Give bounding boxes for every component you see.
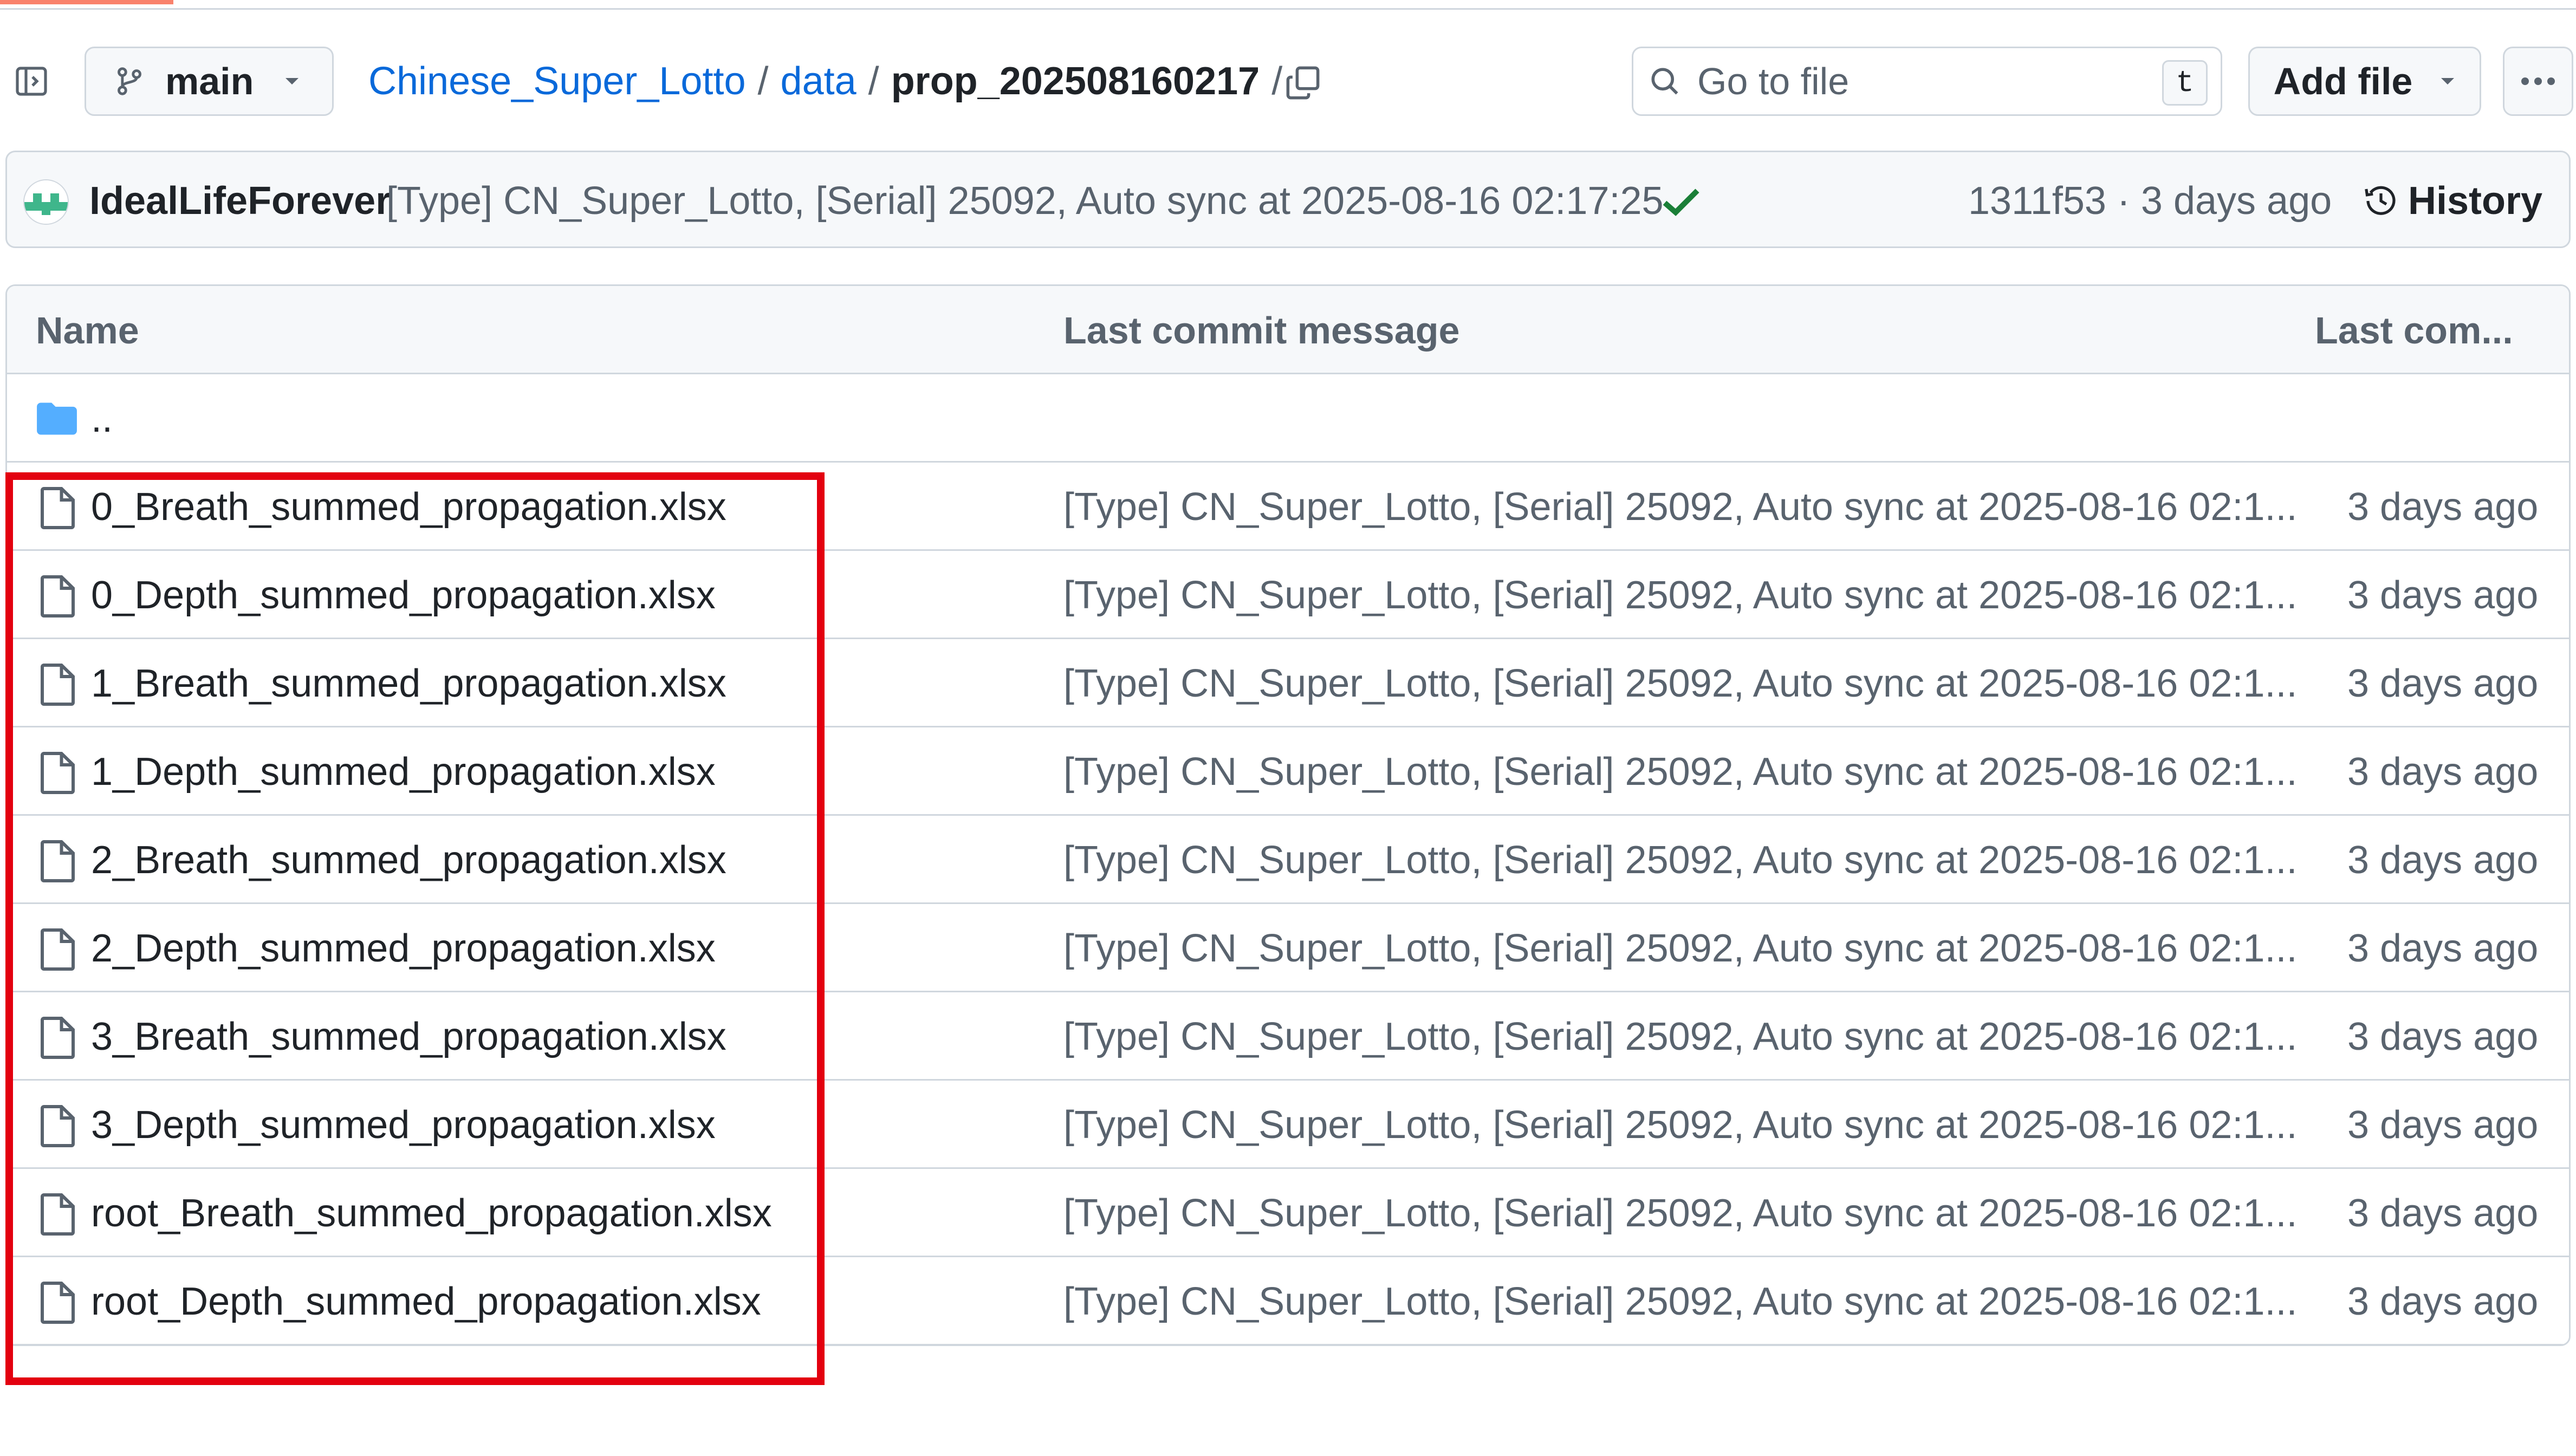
column-header-commit-message: Last commit message (1063, 309, 1460, 352)
table-row[interactable]: 1_Depth_summed_propagation.xlsx [Type] CN… (7, 727, 2569, 816)
file-icon (41, 1193, 75, 1236)
branch-selector-button[interactable]: main (85, 47, 334, 116)
file-icon (41, 487, 75, 529)
table-row[interactable]: 0_Depth_summed_propagation.xlsx [Type] CN… (7, 551, 2569, 639)
file-commit-message-link[interactable]: [Type] CN_Super_Lotto, [Serial] 25092, A… (1063, 639, 2297, 727)
file-commit-date: 3 days ago (2347, 1015, 2539, 1058)
file-commit-date: 3 days ago (2347, 661, 2539, 705)
table-row[interactable]: 0_Breath_summed_propagation.xlsx [Type] C… (7, 463, 2569, 551)
breadcrumb-current-folder: prop_202508160217 (891, 60, 1260, 103)
table-row[interactable]: root_Breath_summed_propagation.xlsx [Type… (7, 1169, 2569, 1257)
check-icon[interactable] (1659, 183, 1703, 220)
table-row[interactable]: 3_Breath_summed_propagation.xlsx [Type] C… (7, 992, 2569, 1081)
file-name-link[interactable]: root_Breath_summed_propagation.xlsx (91, 1169, 772, 1257)
history-clock-icon (2365, 186, 2396, 215)
file-name-link[interactable]: 0_Breath_summed_propagation.xlsx (91, 463, 726, 551)
file-icon (41, 1017, 75, 1059)
file-commit-date: 3 days ago (2347, 926, 2539, 970)
sidebar-collapse-icon (16, 67, 47, 96)
file-commit-message-link[interactable]: [Type] CN_Super_Lotto, [Serial] 25092, A… (1063, 992, 2297, 1081)
commit-hash-and-time[interactable]: 1311f53 · 3 days ago (1968, 152, 2332, 250)
more-options-button[interactable] (2503, 47, 2573, 116)
keyboard-shortcut-hint: t (2162, 60, 2208, 106)
breadcrumb-folder-link[interactable]: data (781, 59, 856, 103)
parent-directory-link[interactable]: .. (91, 374, 113, 463)
file-name-link[interactable]: 2_Breath_summed_propagation.xlsx (91, 816, 726, 904)
file-commit-date: 3 days ago (2347, 838, 2539, 882)
table-row[interactable]: 1_Breath_summed_propagation.xlsx [Type] C… (7, 639, 2569, 727)
search-icon (1651, 68, 1678, 95)
go-to-file-search[interactable]: t (1632, 47, 2222, 116)
file-commit-message-link[interactable]: [Type] CN_Super_Lotto, [Serial] 25092, A… (1063, 816, 2297, 904)
branch-name: main (165, 60, 254, 102)
file-icon (41, 664, 75, 706)
file-commit-date: 3 days ago (2347, 1279, 2539, 1323)
breadcrumb-separator: / (868, 60, 879, 103)
file-commit-date: 3 days ago (2347, 573, 2539, 617)
parent-directory-row[interactable]: .. (7, 374, 2569, 463)
table-row[interactable]: 2_Depth_summed_propagation.xlsx [Type] CN… (7, 904, 2569, 992)
copy-icon (1286, 66, 1320, 100)
identicon-avatar-icon (24, 180, 68, 224)
file-name-link[interactable]: 1_Breath_summed_propagation.xlsx (91, 639, 726, 727)
repo-file-browser: main Chinese_Super_Lotto / data / prop_2… (0, 0, 2576, 1456)
file-icon (41, 840, 75, 882)
table-row[interactable]: 3_Depth_summed_propagation.xlsx [Type] CN… (7, 1081, 2569, 1169)
file-icon (41, 1282, 75, 1324)
commit-message-link[interactable]: [Type] CN_Super_Lotto, [Serial] 25092, A… (386, 152, 1664, 250)
commit-author-link[interactable]: IdealLifeForever (89, 152, 391, 250)
kebab-horizontal-icon (2521, 77, 2555, 85)
file-icon (41, 1105, 75, 1147)
copy-path-button[interactable] (1279, 58, 1327, 107)
table-row[interactable]: root_Depth_summed_propagation.xlsx [Type]… (7, 1257, 2569, 1344)
latest-commit-bar: IdealLifeForever [Type] CN_Super_Lotto, … (5, 151, 2571, 248)
file-table: Name Last commit message Last com... .. … (5, 284, 2571, 1346)
file-name-link[interactable]: 3_Breath_summed_propagation.xlsx (91, 992, 726, 1081)
file-icon (41, 928, 75, 971)
history-button[interactable]: History (2364, 152, 2542, 250)
file-commit-date: 3 days ago (2347, 485, 2539, 529)
file-name-link[interactable]: root_Depth_summed_propagation.xlsx (91, 1257, 761, 1344)
table-header: Name Last commit message Last com... (7, 286, 2569, 374)
history-label: History (2408, 179, 2543, 223)
git-branch-icon (118, 67, 141, 95)
chevron-down-icon (285, 78, 299, 84)
file-name-link[interactable]: 3_Depth_summed_propagation.xlsx (91, 1081, 716, 1169)
add-file-button[interactable]: Add file (2248, 47, 2481, 116)
file-icon (41, 752, 75, 794)
file-icon (41, 575, 75, 618)
file-commit-date: 3 days ago (2347, 1103, 2539, 1147)
file-navigation-header: main Chinese_Super_Lotto / data / prop_2… (0, 43, 2576, 119)
column-header-commit-date: Last com... (2315, 309, 2513, 352)
folder-icon (37, 402, 77, 435)
file-commit-date: 3 days ago (2347, 1191, 2539, 1235)
go-to-file-input[interactable] (1697, 60, 2131, 103)
file-commit-date: 3 days ago (2347, 750, 2539, 794)
page-top-border (0, 0, 2576, 10)
file-name-link[interactable]: 0_Depth_summed_propagation.xlsx (91, 551, 716, 639)
file-commit-message-link[interactable]: [Type] CN_Super_Lotto, [Serial] 25092, A… (1063, 727, 2297, 816)
file-commit-message-link[interactable]: [Type] CN_Super_Lotto, [Serial] 25092, A… (1063, 1257, 2297, 1344)
breadcrumb-repo-link[interactable]: Chinese_Super_Lotto (368, 59, 746, 103)
file-name-link[interactable]: 1_Depth_summed_propagation.xlsx (91, 727, 716, 816)
file-commit-message-link[interactable]: [Type] CN_Super_Lotto, [Serial] 25092, A… (1063, 1169, 2297, 1257)
chevron-down-icon (2441, 78, 2455, 84)
breadcrumb: Chinese_Super_Lotto / data / prop_202508… (368, 43, 1294, 119)
loading-progress-bar (0, 0, 173, 4)
breadcrumb-separator: / (757, 60, 769, 103)
table-row[interactable]: 2_Breath_summed_propagation.xlsx [Type] C… (7, 816, 2569, 904)
add-file-label: Add file (2273, 60, 2413, 102)
file-commit-message-link[interactable]: [Type] CN_Super_Lotto, [Serial] 25092, A… (1063, 463, 2297, 551)
side-panel-toggle-button[interactable] (10, 60, 53, 103)
file-commit-message-link[interactable]: [Type] CN_Super_Lotto, [Serial] 25092, A… (1063, 551, 2297, 639)
avatar[interactable] (23, 179, 69, 225)
file-commit-message-link[interactable]: [Type] CN_Super_Lotto, [Serial] 25092, A… (1063, 1081, 2297, 1169)
file-commit-message-link[interactable]: [Type] CN_Super_Lotto, [Serial] 25092, A… (1063, 904, 2297, 992)
column-header-name: Name (36, 309, 139, 352)
file-name-link[interactable]: 2_Depth_summed_propagation.xlsx (91, 904, 716, 992)
